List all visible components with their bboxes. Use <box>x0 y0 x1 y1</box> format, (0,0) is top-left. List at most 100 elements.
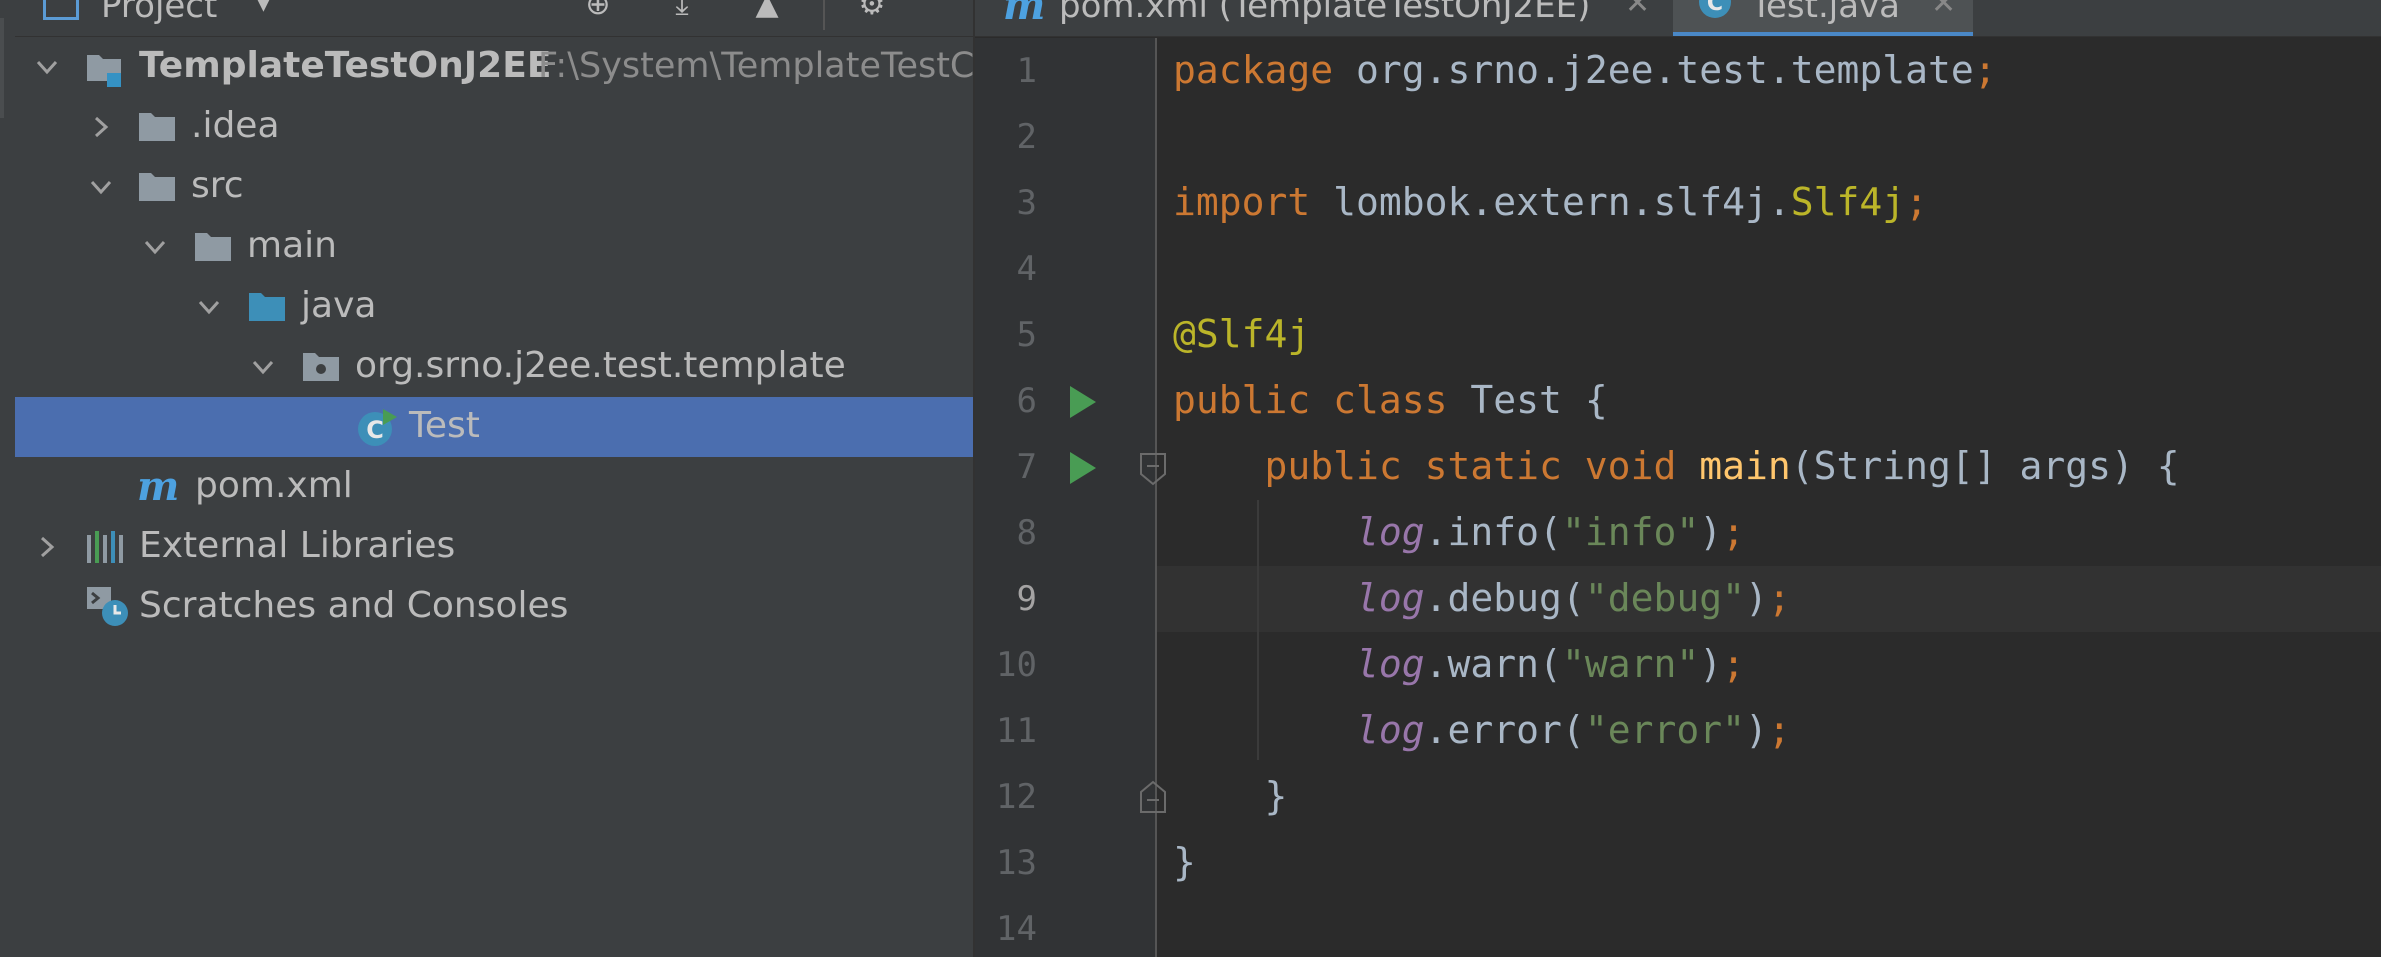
code-line-5[interactable]: @Slf4j <box>1173 312 1310 356</box>
code-token: .error( <box>1424 708 1585 752</box>
tree-item-pom[interactable]: m pom.xml <box>15 457 973 517</box>
run-main-icon[interactable] <box>1070 452 1096 484</box>
tree-item-scratches[interactable]: Scratches and Consoles <box>15 577 973 637</box>
code-line-12[interactable]: } <box>1173 774 1288 818</box>
chevron-down-icon[interactable] <box>197 295 221 319</box>
tab-label: pom.xml (TemplateTestOnJ2EE) <box>1059 0 1591 26</box>
close-icon[interactable]: ✕ <box>1625 0 1650 21</box>
locate-icon[interactable]: ⊕ <box>581 0 615 22</box>
folder-icon <box>193 229 233 265</box>
fold-icon[interactable] <box>1139 452 1167 486</box>
maven-icon: m <box>137 463 180 510</box>
code-token: (String[] args) { <box>1790 444 2180 488</box>
chevron-down-icon[interactable] <box>35 55 59 79</box>
chevron-down-icon[interactable]: ▼ <box>255 0 272 15</box>
tab-test-java[interactable]: C Test.java ✕ <box>1673 0 1973 36</box>
tree-item-label: TemplateTestOnJ2EE <box>139 45 552 86</box>
code-line-7[interactable]: public static void main(String[] args) { <box>1173 444 2180 488</box>
editor-gutter <box>975 38 1155 957</box>
expand-all-icon[interactable]: ⤓ <box>665 0 699 22</box>
gutter-divider <box>1155 38 1157 957</box>
tree-item-external-libraries[interactable]: External Libraries <box>15 517 973 577</box>
code-line-10[interactable]: log.warn("warn"); <box>1173 642 1745 686</box>
java-class-icon: C <box>355 407 397 446</box>
tab-label: Test.java <box>1751 0 1900 26</box>
tree-item-project-root[interactable]: TemplateTestOnJ2EE F:\System\TemplateTes… <box>15 37 973 97</box>
chevron-right-icon[interactable] <box>89 115 113 139</box>
tree-item-label: pom.xml <box>195 465 353 506</box>
code-line-3[interactable]: import lombok.extern.slf4j.Slf4j; <box>1173 180 1928 224</box>
code-token: ; <box>1767 576 1791 620</box>
tree-item-main[interactable]: main <box>15 217 973 277</box>
code-token: log <box>1356 708 1425 752</box>
line-number: 3 <box>1016 183 1037 223</box>
tree-item-test[interactable]: C Test <box>15 397 973 457</box>
svg-text:C: C <box>366 416 384 444</box>
line-number: 4 <box>1016 249 1037 289</box>
code-line-8[interactable]: log.info("info"); <box>1173 510 1745 554</box>
module-folder-icon <box>85 49 125 87</box>
chevron-down-icon[interactable] <box>89 175 113 199</box>
code-line-9[interactable]: log.debug("debug"); <box>1173 576 1791 620</box>
code-token: ; <box>1905 180 1928 224</box>
header-separator <box>823 0 825 30</box>
code-line-6[interactable]: public class Test { <box>1173 378 1608 422</box>
code-token: ; <box>1767 708 1791 752</box>
package-icon <box>301 349 341 385</box>
code-line-13[interactable]: } <box>1173 840 1196 884</box>
line-number: 13 <box>996 843 1037 883</box>
code-token: ) <box>1744 576 1768 620</box>
tree-item-label: .idea <box>191 105 280 146</box>
line-number: 11 <box>996 711 1037 751</box>
folder-icon <box>137 169 177 205</box>
close-icon[interactable]: ✕ <box>1931 0 1956 21</box>
line-number: 8 <box>1016 513 1037 553</box>
collapse-all-icon[interactable]: ▲ <box>750 0 784 22</box>
tool-strip-marker <box>0 18 4 118</box>
project-window-icon <box>43 0 79 20</box>
code-editor: m pom.xml (TemplateTestOnJ2EE) ✕ C Test.… <box>975 0 2381 957</box>
chevron-right-icon[interactable] <box>35 535 59 559</box>
code-line-11[interactable]: log.error("error"); <box>1173 708 1791 752</box>
tree-item-src[interactable]: src <box>15 157 973 217</box>
maven-icon: m <box>1003 0 1046 29</box>
code-token: ) <box>1744 708 1768 752</box>
code-token: ; <box>1722 642 1746 686</box>
tree-item-idea[interactable]: .idea <box>15 97 973 157</box>
java-class-icon: C <box>1697 0 1733 24</box>
project-panel-title[interactable]: Project <box>101 0 217 26</box>
line-number: 14 <box>996 909 1037 949</box>
line-number: 2 <box>1016 117 1037 157</box>
code-line-1[interactable]: package org.srno.j2ee.test.template; <box>1173 48 1997 92</box>
code-token: .warn( <box>1424 642 1562 686</box>
code-token: "info" <box>1561 510 1700 554</box>
fold-end-icon[interactable] <box>1139 780 1167 814</box>
line-number: 6 <box>1016 381 1037 421</box>
code-token: ; <box>1973 48 1997 92</box>
run-class-icon[interactable] <box>1070 386 1096 418</box>
line-number: 7 <box>1016 447 1037 487</box>
tree-item-package[interactable]: org.srno.j2ee.test.template <box>15 337 973 397</box>
tab-pom-xml[interactable]: m pom.xml (TemplateTestOnJ2EE) ✕ <box>975 0 1665 36</box>
chevron-down-icon[interactable] <box>251 355 275 379</box>
scratches-icon <box>85 585 128 626</box>
code-token: @Slf4j <box>1173 312 1311 356</box>
chevron-down-icon[interactable] <box>143 235 167 259</box>
tree-item-label: org.srno.j2ee.test.template <box>355 345 846 386</box>
tree-item-label: src <box>191 165 244 206</box>
code-token: log <box>1356 510 1425 554</box>
tree-item-label: Scratches and Consoles <box>139 585 569 626</box>
code-token: ; <box>1722 510 1746 554</box>
project-path: F:\System\TemplateTestC <box>538 46 975 86</box>
code-token: package <box>1173 48 1334 92</box>
line-number: 12 <box>996 777 1037 817</box>
code-token: } <box>1173 840 1196 884</box>
code-token: "debug" <box>1584 576 1745 620</box>
tree-item-java[interactable]: java <box>15 277 973 337</box>
folder-icon <box>137 109 177 145</box>
gear-icon[interactable]: ⚙ <box>855 0 889 22</box>
